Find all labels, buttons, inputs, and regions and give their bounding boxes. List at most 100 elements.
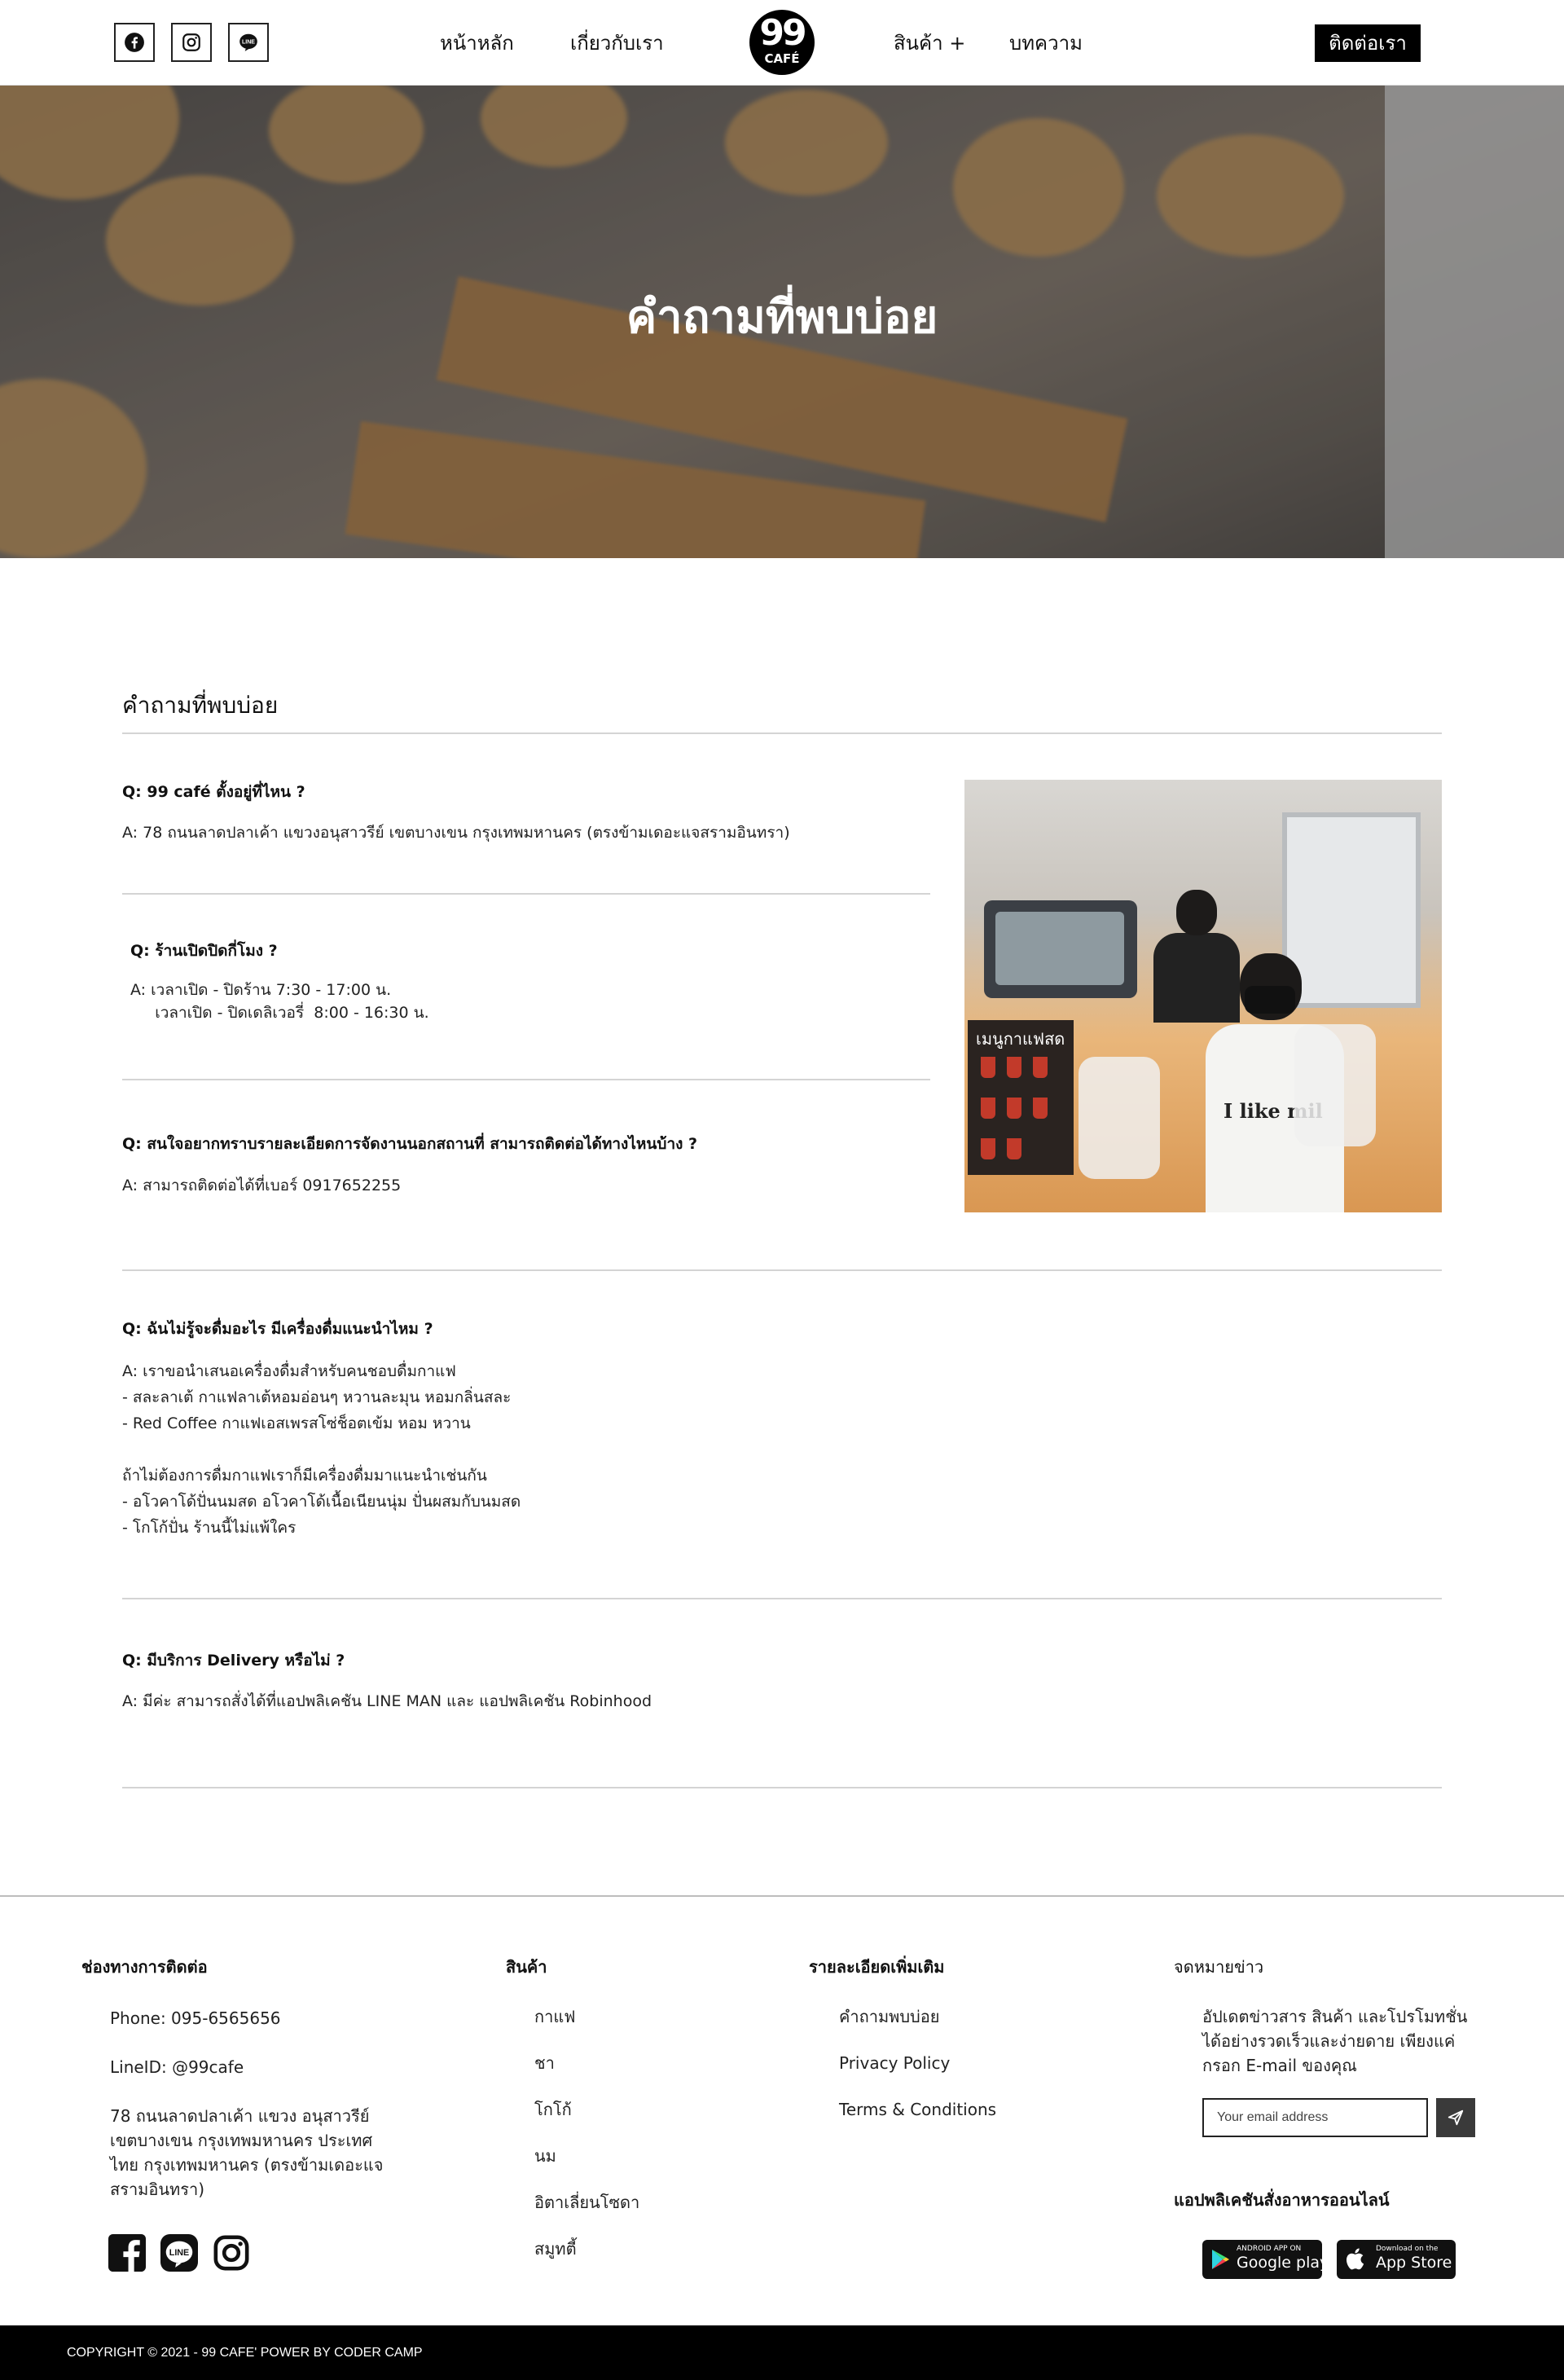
faq-photo: เมนูกาแฟสด I like mil (964, 780, 1442, 1212)
hero-title: คำถามที่พบบ่อย (626, 291, 938, 344)
photo-bag (1294, 1024, 1376, 1146)
photo-drink (1007, 1098, 1021, 1119)
footer-address-line: 78 ถนนลาดปลาเค้า แขวง อนุสาวรีย์ (110, 2106, 370, 2126)
divider (122, 1079, 930, 1080)
faq-answer-line: A: เราขอนำเสนอเครื่องดื่มสำหรับคนชอบดื่ม… (122, 1362, 456, 1380)
photo-barista-body (1153, 933, 1240, 1023)
google-play-button[interactable]: ANDROID APP ON Google play (1202, 2240, 1329, 2279)
app-store-button[interactable]: Download on the App Store (1337, 2240, 1456, 2279)
hero-banner: คำถามที่พบบ่อย (0, 86, 1564, 558)
line-icon[interactable]: LINE (160, 2234, 198, 2272)
instagram-icon[interactable] (213, 2234, 250, 2272)
faq-answer-line: - สละลาเต้ กาแฟลาเต้หอมอ่อนๆ หวานละมุน ห… (122, 1388, 512, 1406)
nav-about[interactable]: เกี่ยวกับเรา (570, 30, 664, 56)
faq-answer-line: ถ้าไม่ต้องการดื่มกาแฟเราก็มีเครื่องดื่มม… (122, 1467, 487, 1485)
footer-line-id[interactable]: LineID: @99cafe (110, 2055, 244, 2079)
instagram-icon (182, 33, 200, 51)
photo-drink (981, 1138, 995, 1159)
footer-address-line: สรามอินทรา) (110, 2180, 205, 2199)
footer-divider (0, 1895, 1564, 1897)
footer-product-smoothie[interactable]: สมูทตี้ (534, 2237, 577, 2261)
logo-text: CAFÉ (764, 51, 800, 66)
divider (122, 1598, 1442, 1599)
footer-contact-heading: ช่องทางการติดต่อ (81, 1957, 208, 1977)
faq-question: Q: มีบริการ Delivery หรือไม่ ? (122, 1652, 345, 1670)
divider (122, 732, 1442, 734)
footer-newsletter-text: อัปเดตข่าวสาร สินค้า และโปรโมทชั่น ได้อย… (1202, 2004, 1467, 2078)
facebook-icon (125, 33, 144, 52)
newsletter-submit-button[interactable] (1436, 2098, 1475, 2137)
apple-icon (1347, 2248, 1364, 2270)
faq-answer: A: สามารถติดต่อได้ที่เบอร์ 0917652255 (122, 1177, 402, 1194)
divider (122, 1269, 1442, 1271)
photo-drink (1007, 1138, 1021, 1159)
faq-question: Q: ร้านเปิดปิดกี่โมง ? (130, 942, 278, 960)
app-store-small-text: Download on the (1376, 2245, 1439, 2253)
footer-address-line: เขตบางเขน กรุงเทพมหานคร ประเทศ (110, 2131, 373, 2150)
line-link[interactable]: LINE (228, 23, 269, 62)
faq-section-title: คำถามที่พบบ่อย (122, 692, 279, 719)
footer-product-coffee[interactable]: กาแฟ (534, 2004, 575, 2029)
svg-text:LINE: LINE (169, 2248, 189, 2258)
faq-answer-line (122, 1436, 521, 1463)
footer-link-terms[interactable]: Terms & Conditions (839, 2097, 996, 2122)
facebook-icon[interactable] (108, 2234, 146, 2272)
faq-answer: A: มีค่ะ สามารถสั่งได้ที่แอปพลิเคชัน LIN… (122, 1692, 652, 1710)
faq-answer-line: - Red Coffee กาแฟเอสเพรสโซ่ช็อตเข้ม หอม … (122, 1414, 471, 1432)
photo-drink (1033, 1057, 1048, 1078)
photo-drink (981, 1098, 995, 1119)
google-play-small-text: ANDROID APP ON (1237, 2245, 1302, 2253)
google-play-big-text: Google play (1237, 2254, 1329, 2272)
photo-person-mask (1245, 986, 1295, 1014)
footer-phone[interactable]: Phone: 095-6565656 (110, 2006, 281, 2030)
faq-question: Q: 99 café ตั้งอยู่ที่ไหน ? (122, 783, 305, 801)
divider (122, 1787, 1442, 1788)
faq-question: Q: สนใจอยากทราบรายละเอียดการจัดงานนอกสถา… (122, 1135, 698, 1153)
photo-drink (981, 1057, 995, 1078)
footer-newsletter-line: ได้อย่างรวดเร็วและง่ายดาย เพียงแค่ (1202, 2031, 1456, 2051)
footer-address: 78 ถนนลาดปลาเค้า แขวง อนุสาวรีย์ เขตบางเ… (110, 2104, 383, 2202)
line-icon: LINE (239, 33, 257, 51)
footer-products-heading: สินค้า (506, 1957, 547, 1977)
photo-machine-panel (995, 912, 1124, 985)
footer-address-line: ไทย กรุงเทพมหานคร (ตรงข้ามเดอะแจ (110, 2155, 384, 2175)
footer-product-cocoa[interactable]: โกโก้ (534, 2097, 572, 2122)
copyright-bar: COPYRIGHT © 2021 - 99 CAFE' POWER BY COD… (0, 2325, 1564, 2380)
logo-number: 99 (759, 12, 806, 54)
footer-product-milk[interactable]: นม (534, 2144, 556, 2168)
footer-newsletter-line: กรอก E-mail ของคุณ (1202, 2056, 1357, 2075)
faq-question: Q: ฉันไม่รู้จะดื่มอะไร มีเครื่องดื่มแนะน… (122, 1320, 433, 1338)
photo-barista-head (1176, 890, 1217, 935)
footer-newsletter-heading: จดหมายข่าว (1174, 1957, 1264, 1977)
photo-drink (1007, 1057, 1021, 1078)
site-header: LINE หน้าหลัก เกี่ยวกับเรา 99 CAFÉ สินค้… (0, 0, 1564, 86)
facebook-link[interactable] (114, 23, 155, 62)
newsletter-email-input[interactable] (1202, 2098, 1428, 2137)
faq-answer-line: - อโวคาโด้ปั่นนมสด อโวคาโด้เนื้อเนียนนุ่… (122, 1493, 521, 1511)
faq-answer: A: เราขอนำเสนอเครื่องดื่มสำหรับคนชอบดื่ม… (122, 1358, 521, 1541)
footer-product-italian-soda[interactable]: อิตาเลี่ยนโซดา (534, 2190, 639, 2215)
google-play-icon (1212, 2250, 1229, 2269)
faq-answer: A: เวลาเปิด - ปิดร้าน 7:30 - 17:00 น. เว… (130, 979, 429, 1024)
instagram-link[interactable] (171, 23, 212, 62)
copyright-text: COPYRIGHT © 2021 - 99 CAFE' POWER BY COD… (67, 2346, 423, 2360)
footer-link-privacy[interactable]: Privacy Policy (839, 2051, 950, 2075)
photo-bag (1079, 1057, 1160, 1179)
faq-answer-line: เวลาเปิด - ปิดเดลิเวอรี่ 8:00 - 16:30 น. (130, 1004, 429, 1022)
footer-link-faq[interactable]: คำถามพบบ่อย (839, 2004, 939, 2029)
photo-fridge (1282, 812, 1421, 1008)
faq-answer-line: - โกโก้ปั่น ร้านนี้ไม่แพ้ใคร (122, 1519, 297, 1537)
divider (122, 893, 930, 895)
nav-articles[interactable]: บทความ (1009, 30, 1083, 56)
faq-answer-line: A: เวลาเปิด - ปิดร้าน 7:30 - 17:00 น. (130, 981, 392, 999)
contact-button[interactable]: ติดต่อเรา (1315, 24, 1421, 62)
photo-menu-sign: เมนูกาแฟสด (976, 1029, 1065, 1049)
svg-text:LINE: LINE (242, 40, 255, 46)
nav-home[interactable]: หน้าหลัก (440, 30, 514, 56)
footer-newsletter-line: อัปเดตข่าวสาร สินค้า และโปรโมทชั่น (1202, 2007, 1468, 2026)
app-store-big-text: App Store (1376, 2254, 1452, 2272)
footer-product-tea[interactable]: ชา (534, 2051, 555, 2075)
send-icon (1448, 2109, 1464, 2126)
nav-products[interactable]: สินค้า + (894, 30, 965, 56)
site-logo[interactable]: 99 CAFÉ (749, 10, 815, 75)
